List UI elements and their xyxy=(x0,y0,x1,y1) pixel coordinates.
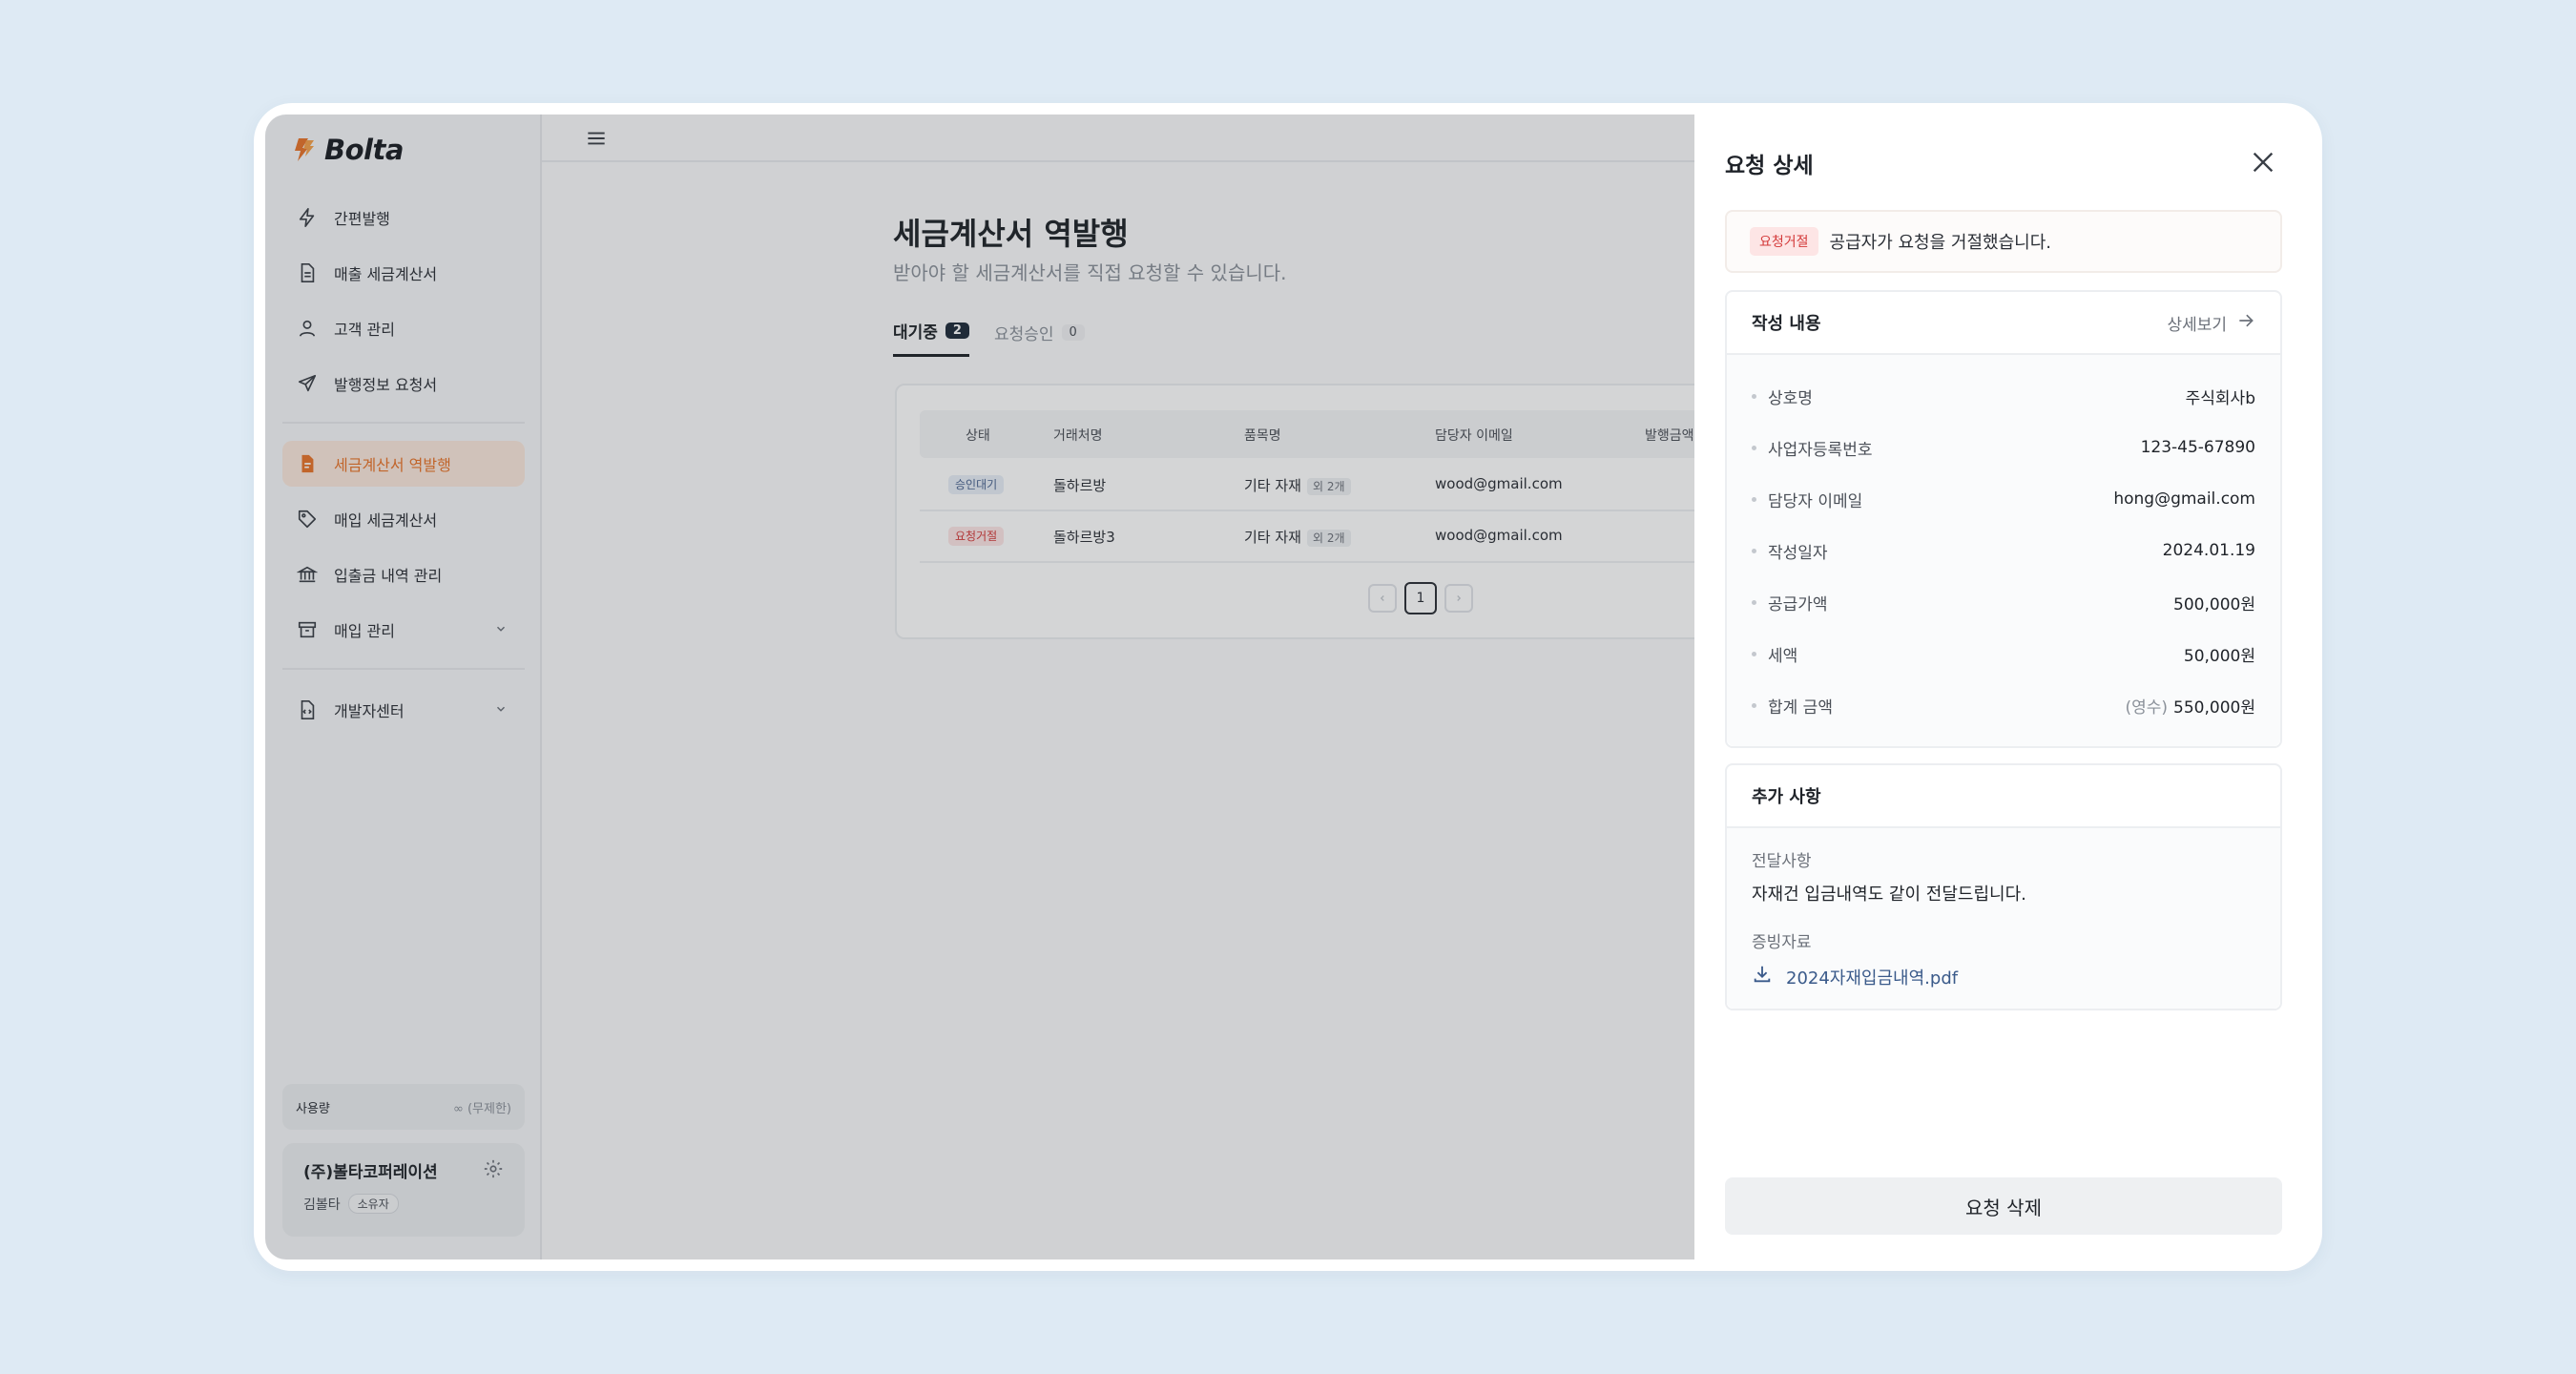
field-row: 작성일자 2024.01.19 xyxy=(1727,525,2280,576)
attachment-link[interactable]: 2024자재입금내역.pdf xyxy=(1752,964,2255,989)
field-row: 공급가액 500,000원 xyxy=(1727,576,2280,628)
field-row: 담당자 이메일 hong@gmail.com xyxy=(1727,473,2280,525)
field-value: 주식회사b xyxy=(2185,388,2255,408)
message-label: 전달사항 xyxy=(1752,852,1812,871)
field-row: 사업자등록번호 123-45-67890 xyxy=(1727,422,2280,473)
arrow-right-icon xyxy=(2236,311,2255,335)
field-label: 사업자등록번호 xyxy=(1752,436,1872,460)
field-value: 50,000원 xyxy=(2183,646,2255,666)
extra-info-card: 추가 사항 전달사항 자재건 입금내역도 같이 전달드립니다. 증빙자료 202… xyxy=(1725,763,2282,1010)
drawer-title: 요청 상세 xyxy=(1725,154,1814,178)
alert-message: 공급자가 요청을 거절했습니다. xyxy=(1829,233,2051,253)
download-icon xyxy=(1752,964,1773,989)
field-label: 상호명 xyxy=(1752,385,1813,408)
modal-overlay[interactable] xyxy=(265,114,1694,1260)
details-card: 작성 내용 상세보기 상호명 주식회사b 사업자등록번호 123-45-67890 … xyxy=(1725,290,2282,748)
view-details-label: 상세보기 xyxy=(2167,315,2227,335)
status-badge: 요청거절 xyxy=(1750,227,1818,256)
view-details-link[interactable]: 상세보기 xyxy=(2167,311,2255,335)
field-value: 500,000원 xyxy=(2173,594,2255,614)
field-label: 합계 금액 xyxy=(1752,694,1833,718)
field-label: 공급가액 xyxy=(1752,591,1828,614)
attachment-filename: 2024자재입금내역.pdf xyxy=(1786,968,1959,989)
field-row: 세액 50,000원 xyxy=(1727,628,2280,679)
field-value: 123-45-67890 xyxy=(2140,438,2255,457)
field-label: 담당자 이메일 xyxy=(1752,488,1862,511)
extra-title: 추가 사항 xyxy=(1752,787,1821,807)
field-value: 550,000원 xyxy=(2173,697,2255,718)
field-label: 세액 xyxy=(1752,642,1797,666)
attachment-label: 증빙자료 xyxy=(1752,933,1812,952)
details-title: 작성 내용 xyxy=(1752,314,1821,334)
close-icon[interactable] xyxy=(2248,147,2278,181)
field-value: hong@gmail.com xyxy=(2113,489,2255,509)
receipt-prefix: (영수) xyxy=(2125,697,2169,718)
rejection-alert: 요청거절 공급자가 요청을 거절했습니다. xyxy=(1725,210,2282,273)
request-detail-drawer: 요청 상세 요청거절 공급자가 요청을 거절했습니다. 작성 내용 상세보기 상… xyxy=(1694,114,2310,1260)
message-text: 자재건 입금내역도 같이 전달드립니다. xyxy=(1752,885,2026,905)
field-row: 상호명 주식회사b xyxy=(1727,370,2280,422)
field-row: 합계 금액 (영수) 550,000원 xyxy=(1727,679,2280,731)
delete-request-button[interactable]: 요청 삭제 xyxy=(1725,1177,2282,1235)
field-value: 2024.01.19 xyxy=(2162,541,2255,560)
app-screen: Bolta 간편발행 매출 세금계산서 고객 관리 발행정보 요청서 세금계산서… xyxy=(265,114,2310,1260)
field-label: 작성일자 xyxy=(1752,539,1828,563)
